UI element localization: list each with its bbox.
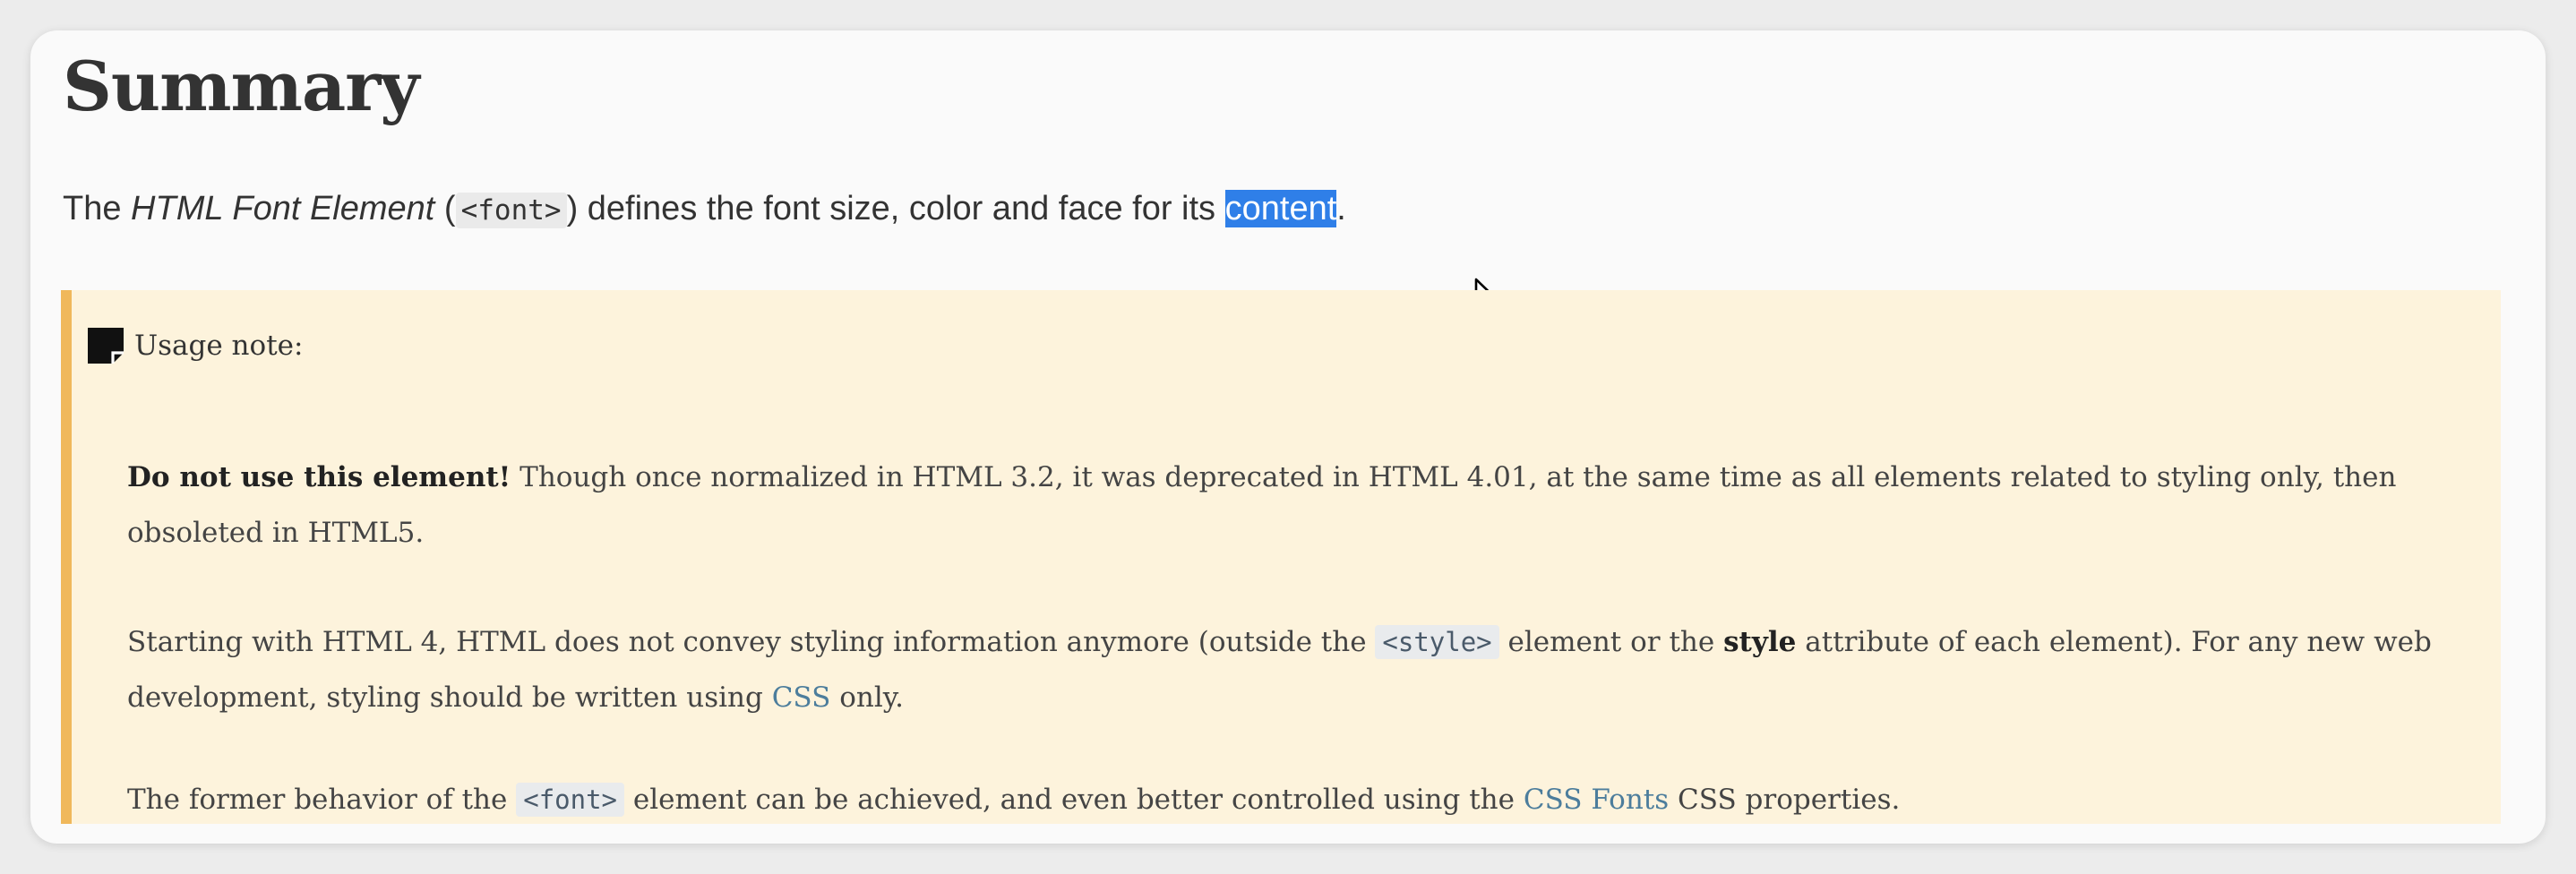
summary-open-paren: ( <box>443 190 456 227</box>
summary-close-paren: ) <box>566 190 579 227</box>
css-link[interactable]: CSS <box>772 681 831 714</box>
content-card: Summary The HTML Font Element (<font>) d… <box>30 30 2546 844</box>
usage-note-box: Usage note: Do not use this element! Tho… <box>61 290 2501 824</box>
usage-note-label: Usage note: <box>134 330 304 362</box>
code-style-element: <style> <box>1375 625 1499 659</box>
note-paragraph-styling: Starting with HTML 4, HTML does not conv… <box>127 614 2483 725</box>
summary-text-before: The <box>63 190 122 227</box>
note-warning-strong: Do not use this element! <box>127 461 511 493</box>
code-font-element: <font> <box>516 783 624 817</box>
summary-paragraph: The HTML Font Element (<font>) defines t… <box>63 190 1346 228</box>
selected-text-content[interactable]: content <box>1224 190 1337 227</box>
note-styling-end: only. <box>839 681 904 714</box>
note-behavior-end: CSS properties. <box>1678 784 1901 816</box>
note-styling-middle: element or the <box>1507 626 1715 658</box>
note-styling-before: Starting with HTML 4, HTML does not conv… <box>127 626 1367 658</box>
note-paragraph-behavior: The former behavior of the <font> elemen… <box>127 772 2483 827</box>
note-behavior-middle: element can be achieved, and even better… <box>632 784 1515 816</box>
note-paragraph-deprecation: Do not use this element! Though once nor… <box>127 450 2483 561</box>
summary-period: . <box>1336 190 1346 227</box>
page-title: Summary <box>63 47 419 126</box>
note-icon <box>88 328 124 364</box>
note-behavior-before: The former behavior of the <box>127 784 508 816</box>
note-style-attribute: style <box>1723 626 1797 658</box>
summary-code-font: <font> <box>455 193 567 228</box>
usage-note-header: Usage note: <box>86 326 303 365</box>
summary-text-middle: defines the font size, color and face fo… <box>587 190 1216 227</box>
css-fonts-link[interactable]: CSS Fonts <box>1524 784 1669 816</box>
summary-emphasis: HTML Font Element <box>131 190 435 227</box>
